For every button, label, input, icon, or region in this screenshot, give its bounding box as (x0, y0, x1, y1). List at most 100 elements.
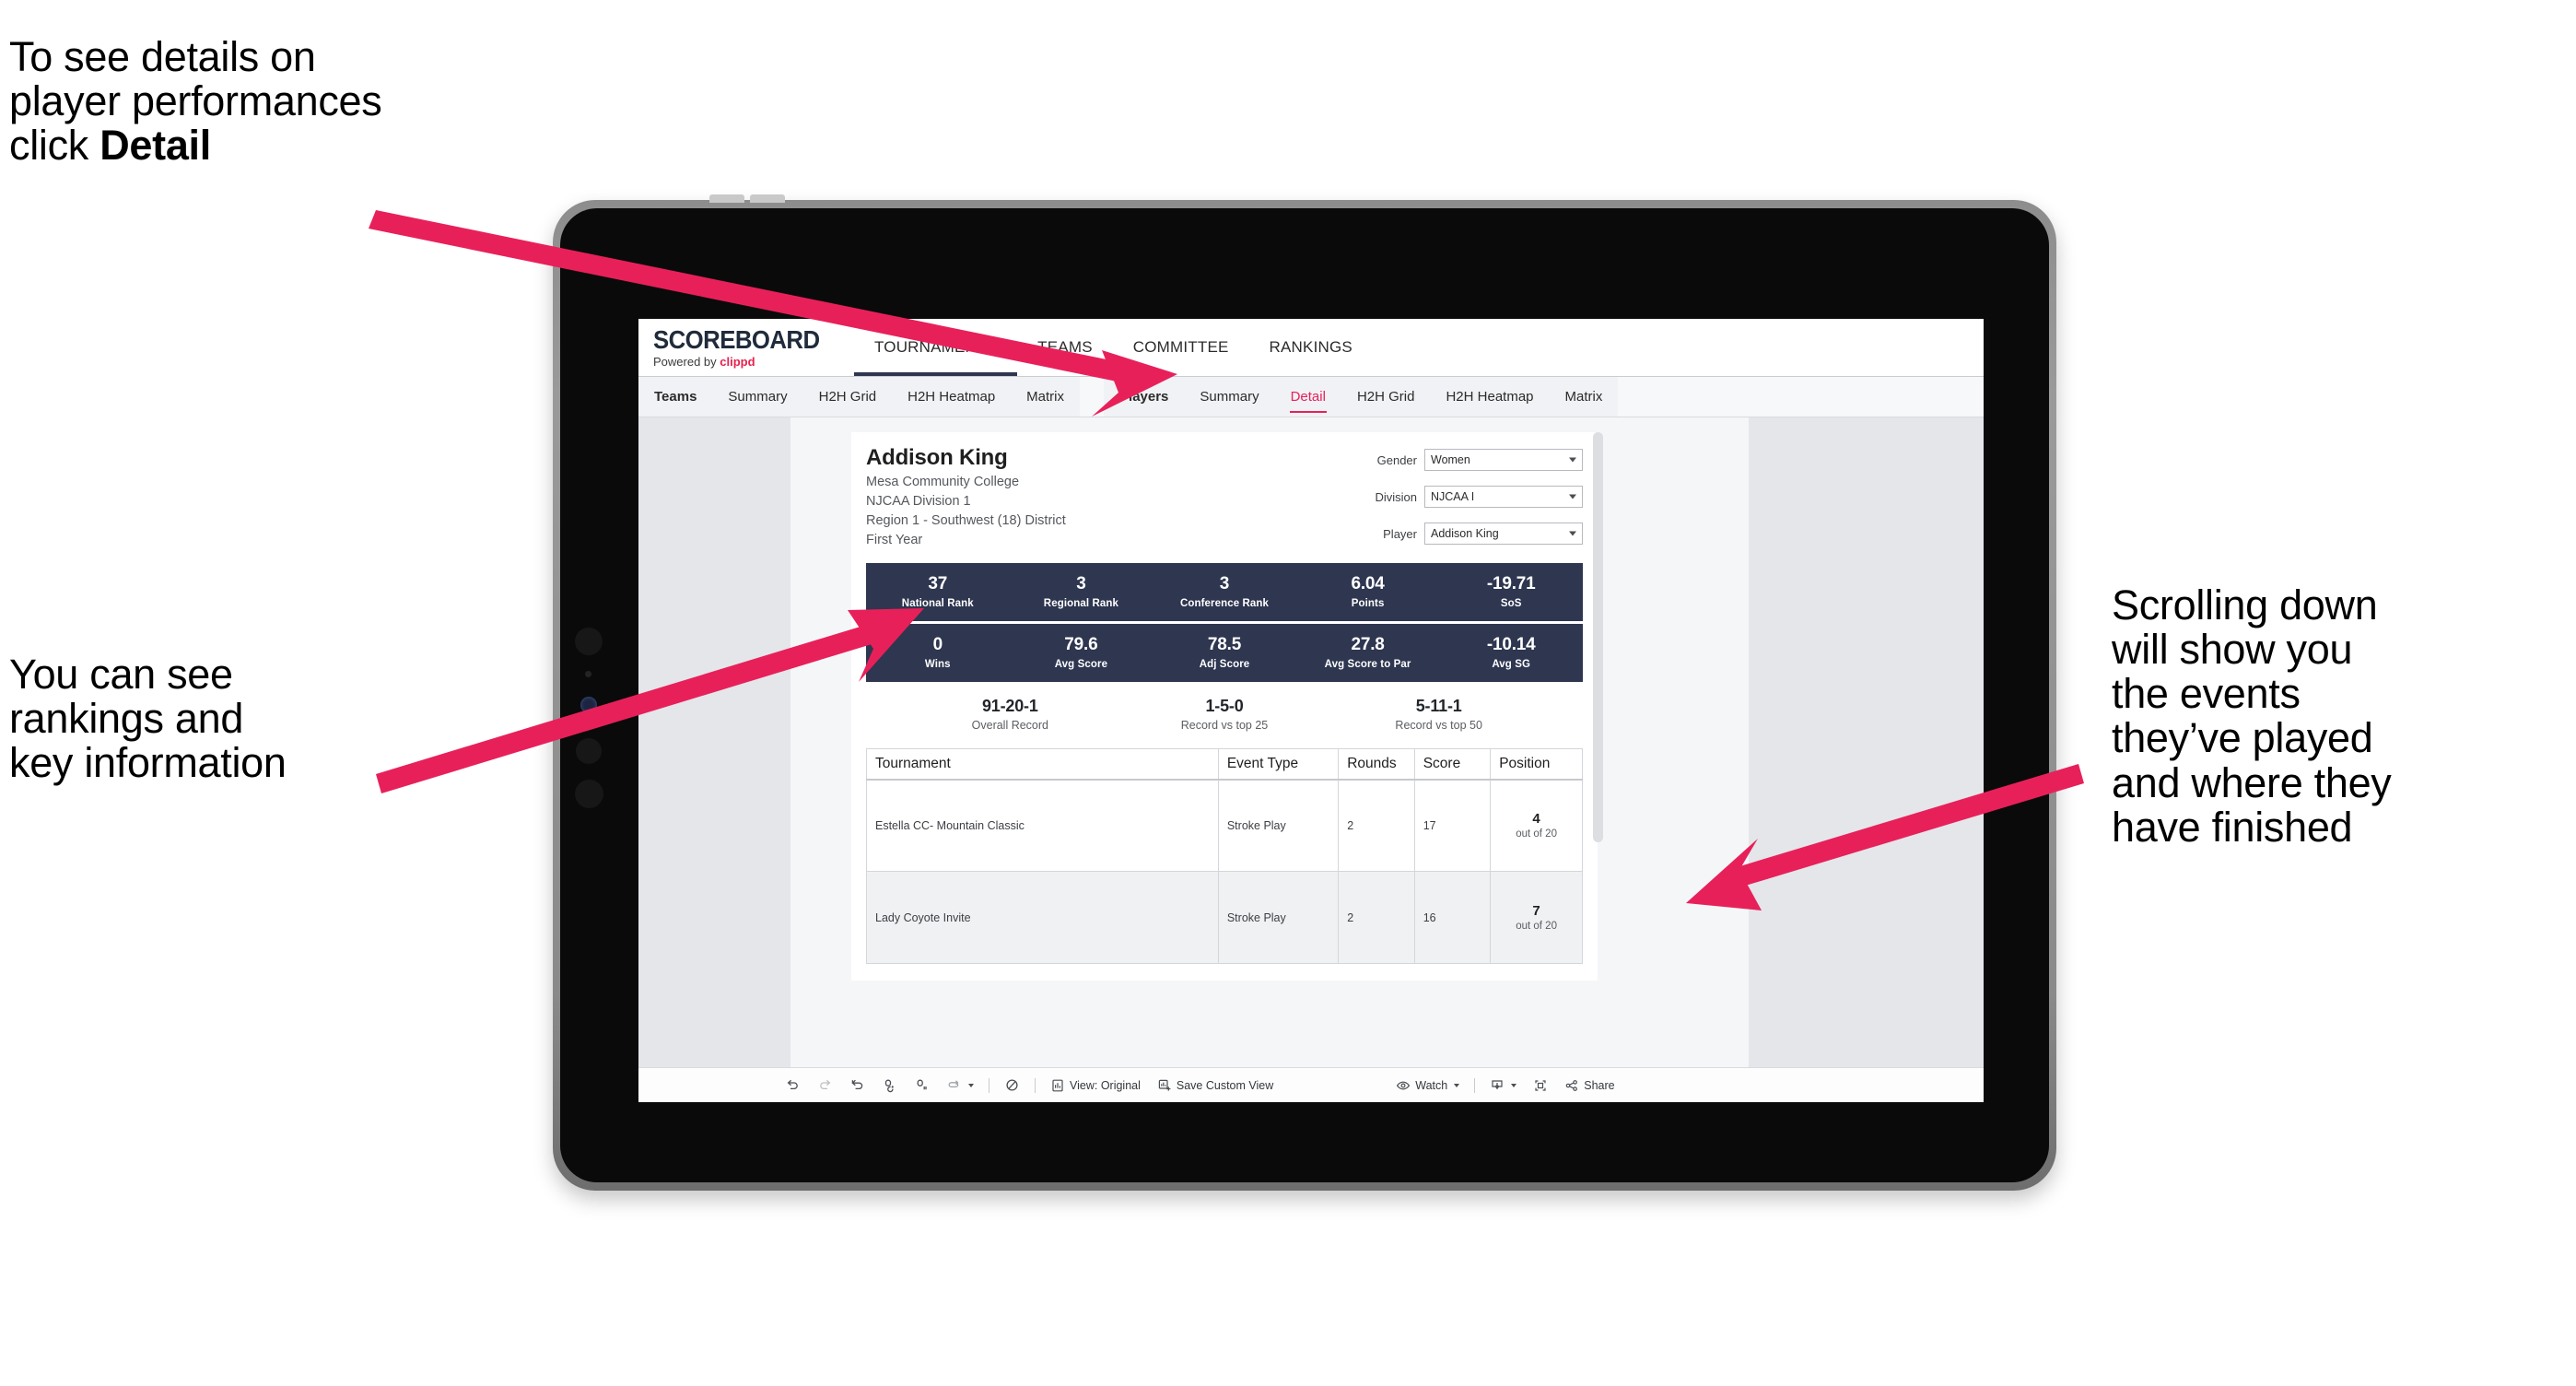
stat-label: Conference Rank (1179, 597, 1270, 609)
auto-update-dropdown[interactable] (938, 1068, 982, 1102)
record-vs-top-25: 1-5-0 Record vs top 25 (1118, 697, 1332, 732)
column-header-position[interactable]: Position (1490, 747, 1583, 781)
tablet-screen: SCOREBOARD Powered by clippd TOURNAMENTS… (560, 208, 2049, 1182)
tab-teams-matrix[interactable]: Matrix (1011, 377, 1080, 417)
tab-teams[interactable]: Teams (638, 377, 712, 417)
chevron-down-icon (1511, 1083, 1517, 1087)
record-label: Record vs top 50 (1395, 718, 1482, 732)
nav-item-teams[interactable]: TEAMS (1017, 319, 1113, 376)
powered-prefix: Powered by (653, 355, 720, 369)
alerts-button[interactable] (996, 1068, 1028, 1102)
stat-conference-rank: 3 Conference Rank (1153, 574, 1296, 609)
record-value: 1-5-0 (1205, 696, 1244, 715)
players-tab-group: Players Summary Detail H2H Grid H2H Heat… (1104, 377, 1619, 417)
volume-up-button[interactable] (709, 194, 744, 203)
chevron-down-icon (1569, 457, 1576, 463)
stat-label: National Rank (901, 597, 974, 609)
tab-players-h2h-heatmap[interactable]: H2H Heatmap (1430, 377, 1549, 417)
nav-item-rankings[interactable]: RANKINGS (1249, 319, 1373, 376)
filter-division: Division NJCAA I (1306, 486, 1583, 508)
screenshot-root: To see details on player performances cl… (0, 0, 2576, 1386)
player-header: Addison King Mesa Community College NJCA… (866, 445, 1583, 558)
undo-button[interactable] (777, 1068, 809, 1102)
brand-bar: SCOREBOARD Powered by clippd TOURNAMENTS… (638, 319, 1984, 377)
view-original-button[interactable]: View: Original (1042, 1068, 1149, 1102)
vertical-scrollbar[interactable] (1593, 432, 1603, 842)
annotation-rankings-note: You can see rankings and key information (9, 651, 287, 787)
watch-button[interactable]: Watch (1388, 1068, 1468, 1102)
depth-sensor-icon (580, 697, 597, 713)
stat-national-rank: 37 National Rank (866, 574, 1010, 609)
filter-player-select[interactable]: Addison King (1424, 523, 1583, 545)
download-button[interactable] (1481, 1068, 1525, 1102)
stat-label: Points (1351, 597, 1385, 609)
fullscreen-button[interactable] (1525, 1068, 1556, 1102)
nav-item-tournaments[interactable]: TOURNAMENTS (854, 319, 1017, 376)
refresh-data-button[interactable] (873, 1068, 906, 1102)
cell-position: 7 out of 20 (1490, 871, 1583, 965)
filter-division-label: Division (1375, 489, 1417, 504)
stat-label: Avg Score to Par (1324, 658, 1411, 670)
tab-teams-h2h-heatmap[interactable]: H2H Heatmap (892, 377, 1011, 417)
redo-button[interactable] (809, 1068, 841, 1102)
tab-teams-h2h-grid[interactable]: H2H Grid (803, 377, 893, 417)
table-row[interactable]: Estella CC- Mountain Classic Stroke Play… (866, 779, 1583, 873)
cell-event-type: Stroke Play (1217, 871, 1340, 965)
stat-label: Wins (924, 658, 951, 670)
tab-players-h2h-grid[interactable]: H2H Grid (1341, 377, 1431, 417)
filter-division-select[interactable]: NJCAA I (1424, 486, 1583, 508)
view-original-label: View: Original (1070, 1078, 1141, 1092)
records-row: 91-20-1 Overall Record 1-5-0 Record vs t… (866, 697, 1583, 732)
stat-value: -19.71 (1486, 574, 1536, 593)
chevron-down-icon (1454, 1083, 1460, 1087)
cell-tournament: Lady Coyote Invite (866, 871, 1219, 965)
share-button[interactable]: Share (1556, 1068, 1622, 1102)
clippd-brand: clippd (720, 355, 755, 369)
teams-tab-group: Teams Summary H2H Grid H2H Heatmap Matri… (638, 377, 1081, 417)
cell-rounds: 2 (1338, 871, 1415, 965)
stat-value: -10.14 (1486, 634, 1536, 654)
watch-label: Watch (1415, 1078, 1448, 1092)
cell-score: 16 (1413, 871, 1492, 965)
table-row[interactable]: Lady Coyote Invite Stroke Play 2 16 7 ou… (866, 871, 1583, 965)
sub-tab-bar: Teams Summary H2H Grid H2H Heatmap Matri… (638, 377, 1984, 417)
tab-players-summary[interactable]: Summary (1184, 377, 1274, 417)
cell-event-type: Stroke Play (1217, 779, 1340, 873)
cell-position: 4 out of 20 (1490, 779, 1583, 873)
cell-tournament: Estella CC- Mountain Classic (866, 779, 1219, 873)
filter-division-value: NJCAA I (1431, 490, 1475, 503)
stat-value: 3 (1219, 574, 1230, 593)
tab-players[interactable]: Players (1104, 377, 1184, 417)
stat-value: 3 (1076, 574, 1086, 593)
filter-player-label: Player (1383, 526, 1417, 541)
record-label: Overall Record (971, 718, 1049, 732)
nav-item-committee[interactable]: COMMITTEE (1113, 319, 1249, 376)
tab-players-matrix[interactable]: Matrix (1550, 377, 1619, 417)
revert-button[interactable] (841, 1068, 873, 1102)
save-custom-view-button[interactable]: Save Custom View (1149, 1068, 1282, 1102)
cell-score: 17 (1413, 779, 1492, 873)
record-value: 5-11-1 (1415, 696, 1462, 715)
column-header-event-type[interactable]: Event Type (1217, 747, 1340, 781)
filter-gender: Gender Women (1306, 449, 1583, 471)
tab-players-detail[interactable]: Detail (1275, 377, 1341, 417)
ir-camera-icon (576, 738, 602, 764)
ambient-sensor-icon (585, 671, 591, 677)
filter-gender-select[interactable]: Women (1424, 449, 1583, 471)
position-value: 7 (1532, 903, 1540, 920)
stat-avg-score-to-par: 27.8 Avg Score to Par (1296, 635, 1440, 670)
record-label: Record vs top 25 (1180, 718, 1269, 732)
chevron-down-icon (1569, 494, 1576, 499)
dashboard-canvas: Addison King Mesa Community College NJCA… (638, 417, 1984, 1067)
volume-down-button[interactable] (750, 194, 785, 203)
tab-teams-summary[interactable]: Summary (712, 377, 802, 417)
table-header-row: Tournament Event Type Rounds Score Posit… (866, 747, 1583, 781)
stat-avg-score: 79.6 Avg Score (1010, 635, 1153, 670)
pause-auto-updates-button[interactable] (906, 1068, 938, 1102)
filter-player-value: Addison King (1431, 527, 1499, 540)
column-header-score[interactable]: Score (1413, 747, 1492, 781)
column-header-tournament[interactable]: Tournament (866, 747, 1219, 781)
column-header-rounds[interactable]: Rounds (1338, 747, 1415, 781)
scoreboard-logo[interactable]: SCOREBOARD Powered by clippd (653, 327, 820, 369)
dashboard-sheet: Addison King Mesa Community College NJCA… (790, 417, 1749, 1067)
